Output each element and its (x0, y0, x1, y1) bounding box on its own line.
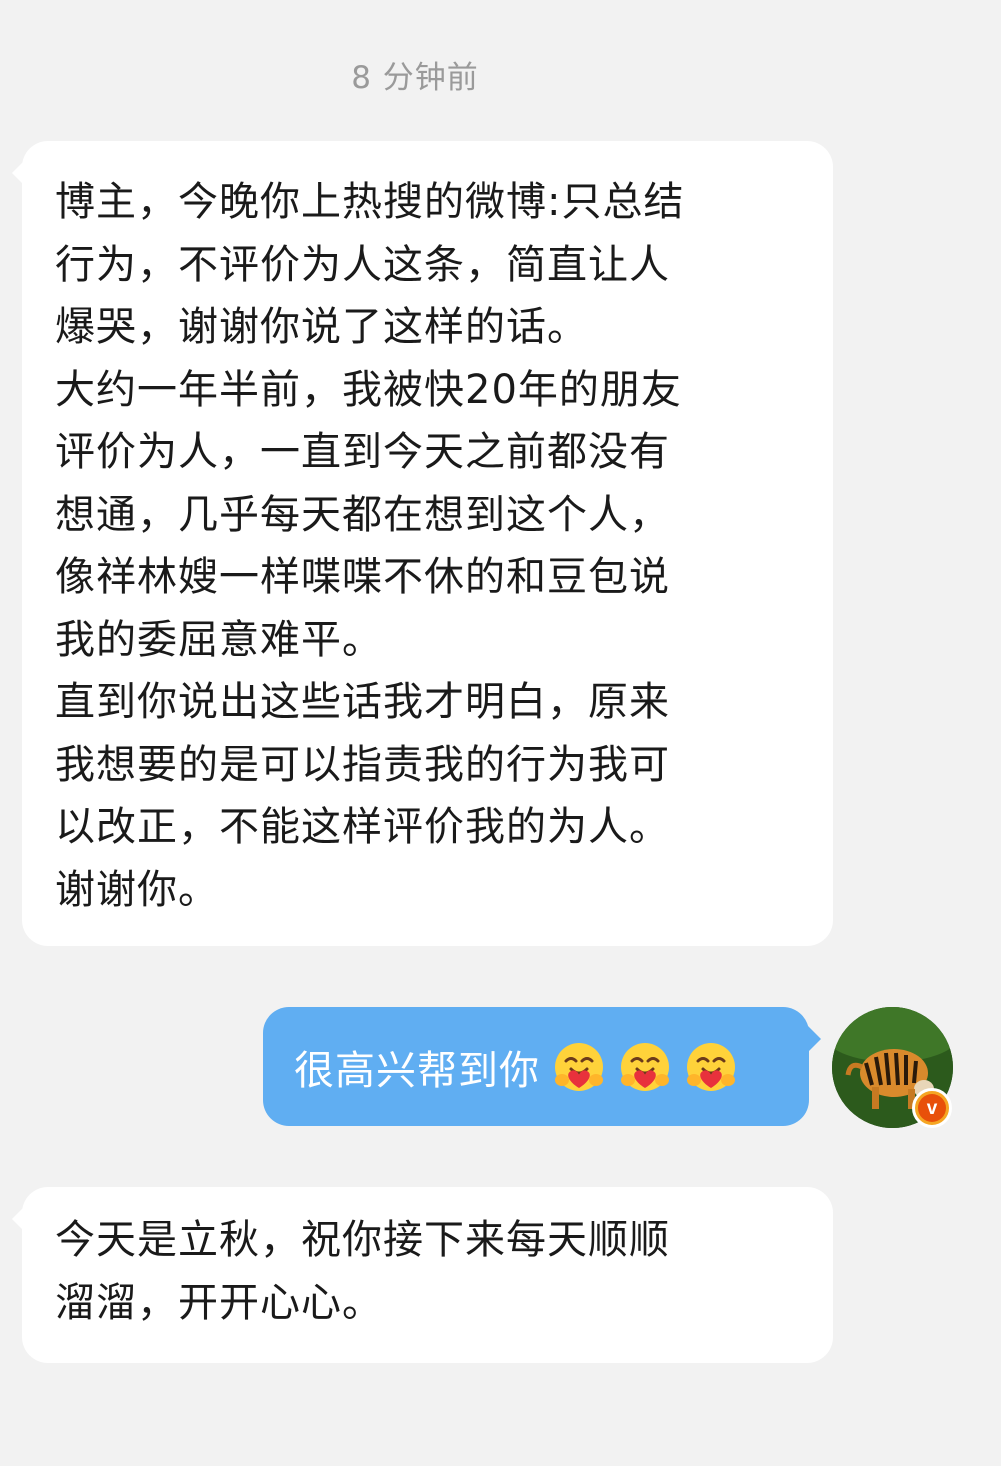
message-line: 我的委屈意难平。 (55, 616, 383, 663)
outgoing-message-bubble[interactable]: 很高兴帮到你 (263, 1007, 821, 1126)
incoming-message-bubble[interactable]: 博主，今晚你上热搜的微博:只总结 行为，不评价为人这条，简直让人 爆哭，谢谢你说… (12, 141, 833, 946)
message-line: 像祥林嫂一样喋喋不休的和豆包说 (55, 554, 670, 600)
chat-view: 8 分钟前 博主，今晚你上热搜的微博:只总结 行为，不评价为人这条，简直让人 爆… (0, 0, 1001, 1466)
hugging-face-emoji (618, 1040, 672, 1094)
message-line: 行为，不评价为人这条，简直让人 (55, 241, 670, 288)
message-line: 溜溜，开开心心。 (55, 1279, 383, 1326)
message-text: 很高兴帮到你 (294, 1047, 540, 1094)
message-line: 今天是立秋，祝你接下来每天顺顺 (55, 1217, 670, 1263)
hugging-face-emoji (684, 1040, 738, 1094)
message-line: 评价为人，一直到今天之前都没有 (55, 429, 670, 475)
verified-badge-icon: v (912, 1088, 952, 1128)
message-line: 爆哭，谢谢你说了这样的话。 (55, 304, 588, 350)
message-line: 大约一年半前，我被快20年的朋友 (55, 366, 682, 413)
message-line: 想通，几乎每天都在想到这个人， (55, 491, 670, 538)
message-line: 我想要的是可以指责我的行为我可 (55, 741, 670, 788)
incoming-message-bubble[interactable]: 今天是立秋，祝你接下来每天顺顺 溜溜，开开心心。 (12, 1187, 833, 1363)
message-line: 博主，今晚你上热搜的微博:只总结 (55, 179, 685, 225)
message-line: 以改正，不能这样评价我的为人。 (55, 804, 670, 850)
hugging-face-emoji (552, 1040, 606, 1094)
message-line: 谢谢你。 (55, 866, 219, 913)
message-line: 直到你说出这些话我才明白，原来 (55, 679, 670, 725)
message-timestamp: 8 分钟前 (351, 60, 479, 96)
